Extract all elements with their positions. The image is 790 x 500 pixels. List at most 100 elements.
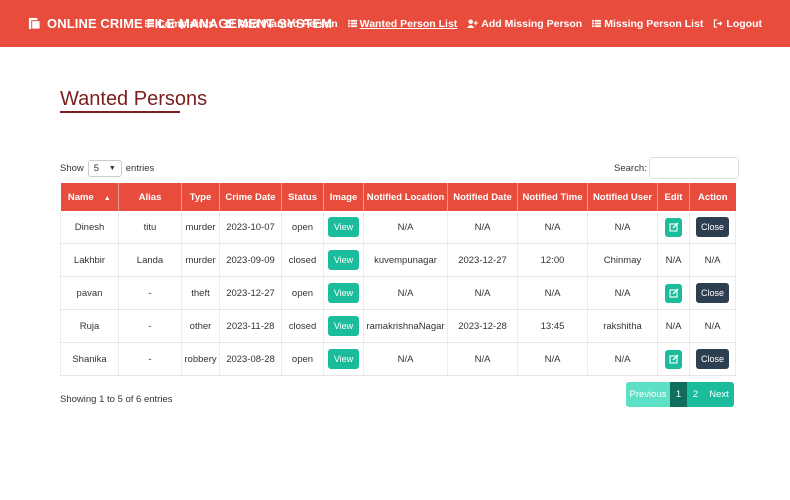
cell-edit: N/A (657, 309, 690, 343)
cell-action: N/A (689, 309, 736, 343)
cell-action: N/A (689, 243, 736, 277)
cell-status: open (281, 211, 324, 244)
cell-status: closed (281, 309, 324, 343)
nav-missing-list-label: Missing Person List (604, 17, 704, 30)
nav-complaints[interactable]: Complaints (145, 18, 214, 30)
nav-add-missing-person[interactable]: Add Missing Person (467, 18, 582, 30)
close-case-button[interactable]: Close (695, 217, 729, 237)
chevron-down-icon: ▼ (108, 165, 116, 172)
cell-notified-date: 2023-12-27 (447, 243, 518, 277)
cell-edit (657, 276, 690, 310)
sort-icon: ▲ (103, 194, 111, 202)
cell-type: robbery (181, 342, 220, 376)
entries-value: 5 (93, 163, 100, 174)
search-label: Search: (614, 162, 647, 174)
cell-alias: Landa (118, 243, 182, 277)
title-underline (60, 111, 180, 113)
cell-type: murder (181, 243, 220, 277)
edit-button[interactable] (665, 217, 682, 237)
page-title: Wanted Persons (60, 88, 208, 110)
col-notified-user[interactable]: Notified User (587, 183, 658, 211)
cell-image: View (323, 276, 364, 310)
cell-edit (657, 211, 690, 244)
cell-name: Dinesh (60, 211, 119, 244)
cell-crime-date: 2023-08-28 (219, 342, 282, 376)
nav-wanted-person-list[interactable]: Wanted Person List (347, 18, 457, 30)
cell-alias: titu (118, 211, 182, 244)
cell-action: Close (689, 211, 736, 244)
pagination: Previous 1 2 Next (626, 382, 734, 407)
nav-missing-person-list[interactable]: Missing Person List (592, 18, 703, 30)
cell-notified-location: N/A (363, 211, 448, 244)
cell-notified-location: ramakrishnaNagar (363, 309, 448, 343)
top-navbar: ONLINE CRIME FILE MANAGEMENT SYSTEM Comp… (0, 0, 790, 47)
table-row: Dinesh titu murder 2023-10-07 open View … (60, 211, 736, 244)
nav-logout-label: Logout (726, 17, 762, 30)
cell-action: Close (689, 342, 736, 376)
cell-name: Ruja (60, 309, 119, 343)
page-2-button[interactable]: 2 (687, 382, 704, 407)
col-status[interactable]: Status (281, 183, 324, 211)
col-type[interactable]: Type (181, 183, 220, 211)
cell-status: open (281, 276, 324, 310)
cell-notified-date: N/A (447, 211, 518, 244)
cell-notified-location: N/A (363, 276, 448, 310)
col-image[interactable]: Image (323, 183, 364, 211)
cell-notified-time: 13:45 (517, 309, 588, 343)
nav-add-wanted-person[interactable]: Add Wanted Person (224, 17, 338, 30)
cell-notified-time: 12:00 (517, 243, 588, 277)
close-case-button[interactable]: Close (695, 349, 729, 369)
view-image-button[interactable]: View (327, 250, 360, 270)
view-image-button[interactable]: View (327, 349, 360, 369)
col-alias[interactable]: Alias (118, 183, 182, 211)
edit-button[interactable] (665, 283, 682, 303)
col-notified-date[interactable]: Notified Date (447, 183, 518, 211)
cell-notified-user: rakshitha (587, 309, 658, 343)
user-plus-icon (467, 19, 479, 28)
nav-add-wanted-label: Add Wanted Person (238, 17, 338, 30)
nav-logout[interactable]: Logout (713, 18, 762, 30)
entries-select[interactable]: 5 ▼ (87, 160, 122, 177)
cell-image: View (323, 243, 364, 277)
col-crime-date[interactable]: Crime Date (219, 183, 282, 211)
col-edit[interactable]: Edit (657, 183, 690, 211)
edit-button[interactable] (665, 349, 682, 369)
view-image-button[interactable]: View (327, 316, 360, 336)
cell-notified-user: N/A (587, 211, 658, 244)
search-input[interactable] (648, 157, 739, 179)
cell-crime-date: 2023-11-28 (219, 309, 282, 343)
cell-notified-user: Chinmay (587, 243, 658, 277)
view-image-button[interactable]: View (327, 217, 360, 237)
cell-crime-date: 2023-12-27 (219, 276, 282, 310)
cell-notified-user: N/A (587, 276, 658, 310)
col-name[interactable]: Name ▲ (60, 183, 119, 211)
page-1-button[interactable]: 1 (670, 382, 687, 407)
next-page-button[interactable]: Next (704, 382, 734, 407)
cell-notified-user: N/A (587, 342, 658, 376)
cell-image: View (323, 342, 364, 376)
cell-notified-location: kuvempunagar (363, 243, 448, 277)
list-icon (145, 19, 155, 28)
file-icon (28, 17, 41, 30)
cell-notified-date: N/A (447, 342, 518, 376)
nav-add-missing-label: Add Missing Person (481, 17, 583, 30)
cell-crime-date: 2023-10-07 (219, 211, 282, 244)
table-row: Lakhbir Landa murder 2023-09-09 closed V… (60, 243, 736, 277)
cell-action: Close (689, 276, 736, 310)
cell-notified-time: N/A (517, 276, 588, 310)
view-image-button[interactable]: View (327, 283, 360, 303)
cell-notified-date: N/A (447, 276, 518, 310)
show-label: Show (60, 163, 84, 174)
col-action[interactable]: Action (689, 183, 736, 211)
cell-crime-date: 2023-09-09 (219, 243, 282, 277)
list-icon (347, 19, 357, 28)
previous-page-button[interactable]: Previous (626, 382, 670, 407)
cell-type: other (181, 309, 220, 343)
cell-alias: - (118, 342, 182, 376)
cell-edit: N/A (657, 243, 690, 277)
col-notified-time[interactable]: Notified Time (517, 183, 588, 211)
col-notified-location[interactable]: Notified Location (363, 183, 448, 211)
close-case-button[interactable]: Close (695, 283, 729, 303)
logout-icon (714, 19, 723, 28)
cell-name: Lakhbir (60, 243, 119, 277)
